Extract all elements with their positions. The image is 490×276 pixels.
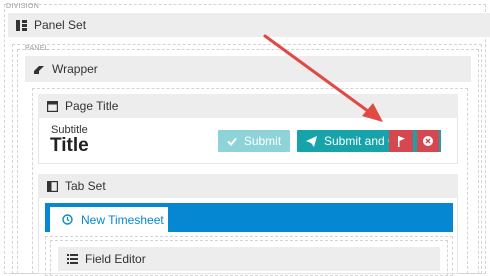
annotation-arrow [263,34,383,122]
arrow-head [362,103,383,122]
arrow-shaft [263,34,374,116]
